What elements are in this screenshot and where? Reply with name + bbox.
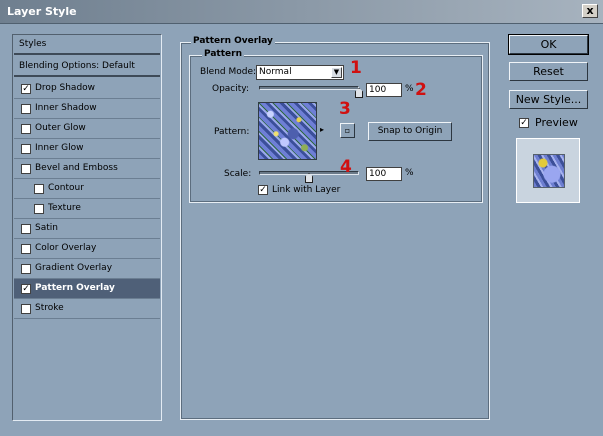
blending-options-label: Blending Options: Default xyxy=(19,61,135,71)
style-item-checkbox[interactable]: ✓ xyxy=(21,284,31,294)
styles-header[interactable]: Styles xyxy=(14,35,160,55)
annotation-4: 4 xyxy=(340,157,352,177)
style-item-label: Inner Shadow xyxy=(35,103,97,113)
style-item-label: Outer Glow xyxy=(35,123,86,133)
style-item-label: Color Overlay xyxy=(35,243,97,253)
style-item-checkbox[interactable] xyxy=(34,204,44,214)
ok-label: OK xyxy=(540,38,557,51)
style-item[interactable]: Bevel and Emboss xyxy=(14,159,160,179)
style-item[interactable]: Outer Glow xyxy=(14,119,160,139)
reset-label: Reset xyxy=(533,65,564,78)
style-item-label: Texture xyxy=(48,203,81,213)
preview-image xyxy=(533,154,565,188)
style-item-label: Bevel and Emboss xyxy=(35,163,118,173)
style-item-checkbox[interactable] xyxy=(21,264,31,274)
scale-input[interactable]: 100 xyxy=(366,167,402,181)
style-item[interactable]: Texture xyxy=(14,199,160,219)
close-icon: x xyxy=(586,4,594,17)
style-item-label: Satin xyxy=(35,223,58,233)
style-item-checkbox[interactable] xyxy=(21,224,31,234)
style-item-checkbox[interactable] xyxy=(21,144,31,154)
style-item-label: Pattern Overlay xyxy=(35,283,115,293)
style-item-checkbox[interactable] xyxy=(21,304,31,314)
style-item-label: Stroke xyxy=(35,303,64,313)
style-item-checkbox[interactable] xyxy=(21,244,31,254)
snap-to-origin-label: Snap to Origin xyxy=(377,126,443,136)
blend-mode-label: Blend Mode: xyxy=(200,67,257,77)
new-style-label: New Style... xyxy=(515,93,582,106)
blending-options[interactable]: Blending Options: Default xyxy=(14,57,160,77)
style-item-label: Inner Glow xyxy=(35,143,84,153)
style-item[interactable]: ✓ Pattern Overlay xyxy=(14,279,160,299)
new-preset-icon: ▫ xyxy=(344,126,351,135)
pattern-label: Pattern: xyxy=(214,127,250,137)
style-item-label: Drop Shadow xyxy=(35,83,96,93)
style-item-checkbox[interactable] xyxy=(21,164,31,174)
reset-button[interactable]: Reset xyxy=(509,62,588,81)
link-with-layer-label: Link with Layer xyxy=(272,185,341,195)
pattern-swatch[interactable] xyxy=(258,102,317,160)
annotation-1: 1 xyxy=(350,58,362,78)
chevron-down-icon: ▼ xyxy=(331,67,342,78)
new-preset-button[interactable]: ▫ xyxy=(340,123,355,138)
styles-header-label: Styles xyxy=(19,39,47,49)
pattern-group-title: Pattern xyxy=(202,49,244,59)
opacity-slider-track[interactable] xyxy=(259,86,359,90)
pattern-overlay-title: Pattern Overlay xyxy=(191,36,275,46)
style-item[interactable]: ✓ Drop Shadow xyxy=(14,79,160,99)
opacity-label: Opacity: xyxy=(212,84,249,94)
checkmark-icon: ✓ xyxy=(520,118,528,128)
blend-mode-value: Normal xyxy=(259,67,292,77)
new-style-button[interactable]: New Style... xyxy=(509,90,588,109)
scale-value: 100 xyxy=(369,169,387,179)
annotation-3: 3 xyxy=(339,99,351,119)
annotation-2: 2 xyxy=(415,80,427,100)
preview-checkbox[interactable]: ✓ xyxy=(519,118,529,128)
style-item-checkbox[interactable]: ✓ xyxy=(21,84,31,94)
scale-unit: % xyxy=(405,168,414,178)
style-item[interactable]: Gradient Overlay xyxy=(14,259,160,279)
style-item-label: Gradient Overlay xyxy=(35,263,113,273)
ok-button[interactable]: OK xyxy=(508,34,589,55)
preview-label: Preview xyxy=(535,116,578,129)
style-item-checkbox[interactable] xyxy=(21,104,31,114)
snap-to-origin-button[interactable]: Snap to Origin xyxy=(368,122,452,141)
pattern-picker-arrow-icon[interactable]: ▸ xyxy=(320,125,324,134)
style-item[interactable]: Contour xyxy=(14,179,160,199)
blend-mode-select[interactable]: Normal ▼ xyxy=(256,65,344,80)
style-item[interactable]: Satin xyxy=(14,219,160,239)
close-button[interactable]: x xyxy=(582,4,598,18)
window-title: Layer Style xyxy=(7,5,77,18)
style-item[interactable]: Inner Glow xyxy=(14,139,160,159)
link-with-layer-checkbox[interactable]: ✓ xyxy=(258,185,268,195)
style-item[interactable]: Color Overlay xyxy=(14,239,160,259)
style-item[interactable]: Inner Shadow xyxy=(14,99,160,119)
opacity-input[interactable]: 100 xyxy=(366,83,402,97)
opacity-unit: % xyxy=(405,84,414,94)
preview-thumbnail xyxy=(516,138,580,203)
styles-list: Styles Blending Options: Default ✓ Drop S… xyxy=(12,34,162,421)
style-item-label: Contour xyxy=(48,183,84,193)
style-item-checkbox[interactable] xyxy=(21,124,31,134)
style-item[interactable]: Stroke xyxy=(14,299,160,319)
title-bar: Layer Style x xyxy=(0,0,603,24)
checkmark-icon: ✓ xyxy=(259,185,267,195)
style-item-checkbox[interactable] xyxy=(34,184,44,194)
scale-label: Scale: xyxy=(224,169,252,179)
opacity-value: 100 xyxy=(369,85,387,95)
